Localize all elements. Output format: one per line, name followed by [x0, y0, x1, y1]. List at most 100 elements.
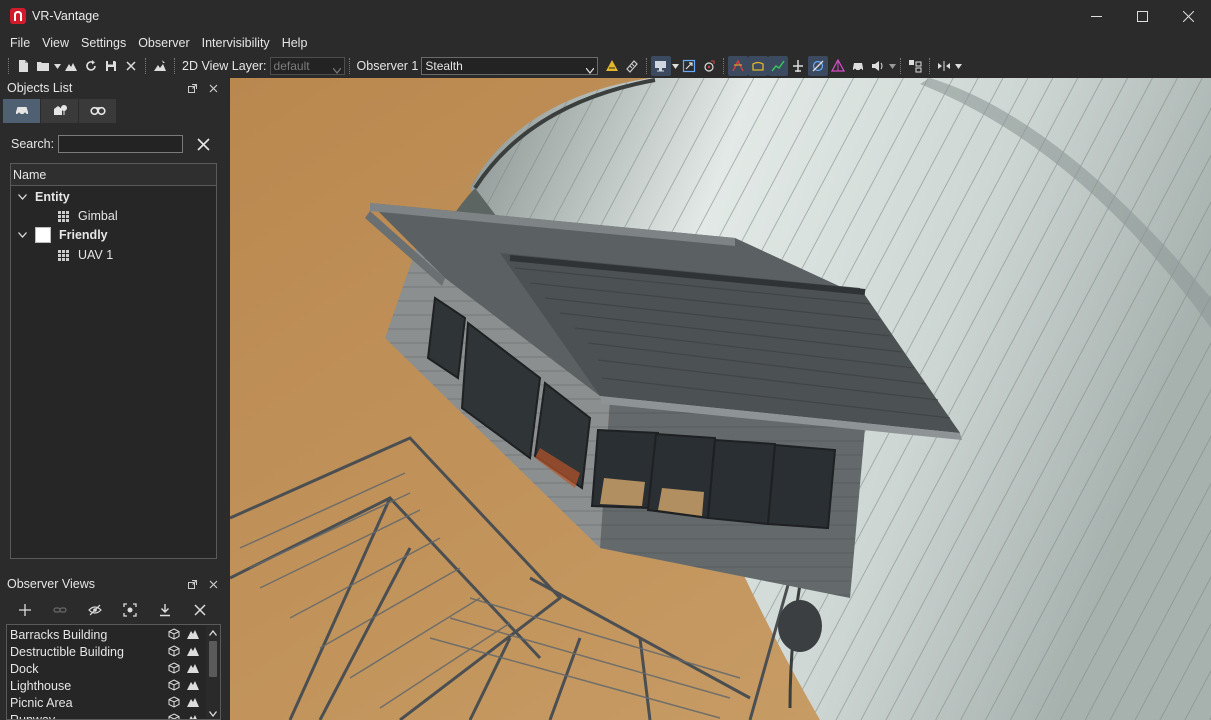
tab-observers[interactable] [79, 99, 116, 123]
list-item-label: Picnic Area [10, 695, 73, 710]
scrollbar[interactable] [206, 625, 220, 719]
toolbar-separator [348, 58, 350, 74]
capture-view-icon[interactable] [118, 598, 142, 622]
menu-observer[interactable]: Observer [132, 32, 195, 54]
entity-grid-icon [57, 210, 69, 222]
delete-view-icon[interactable] [188, 598, 212, 622]
menu-help[interactable]: Help [276, 32, 314, 54]
cube-icon[interactable] [167, 661, 181, 675]
los-icon[interactable] [728, 56, 749, 76]
target-icon[interactable] [699, 56, 719, 76]
list-item-label: Dock [10, 661, 39, 676]
cube-icon[interactable] [167, 644, 181, 658]
path-icon[interactable] [748, 56, 769, 76]
new-file-icon[interactable] [13, 56, 33, 76]
objects-tab-bar [3, 99, 117, 123]
tree-item-gimbal[interactable]: Gimbal [57, 206, 118, 226]
cone-icon[interactable] [828, 56, 848, 76]
terrain-icon[interactable] [186, 644, 200, 658]
terrain-edit-icon[interactable] [150, 56, 170, 76]
list-item[interactable]: Picnic Area [7, 694, 207, 711]
open-folder-icon[interactable] [33, 56, 53, 76]
clear-search-icon[interactable] [194, 136, 212, 152]
observer-views-toolbar [0, 598, 226, 622]
view-layer-value: default [273, 59, 310, 73]
observer-mode-icon[interactable] [651, 56, 672, 76]
menu-view[interactable]: View [36, 32, 75, 54]
graph-icon[interactable] [768, 56, 789, 76]
visibility-icon[interactable] [808, 56, 829, 76]
save-icon[interactable] [101, 56, 121, 76]
tree-item-uav[interactable]: UAV 1 [57, 245, 113, 265]
view-layer-select[interactable]: default [269, 57, 345, 75]
close-window-button[interactable] [1165, 0, 1211, 32]
tree-item-label: Friendly [59, 228, 108, 242]
audio-icon[interactable] [868, 56, 888, 76]
scrollbar-thumb[interactable] [209, 641, 217, 677]
window-title: VR-Vantage [32, 9, 100, 23]
aircraft-icon[interactable] [788, 56, 808, 76]
cube-icon[interactable] [167, 712, 181, 719]
warning-triangle-icon[interactable] [602, 56, 622, 76]
terrain-icon[interactable] [186, 712, 200, 719]
cube-icon[interactable] [167, 678, 181, 692]
add-view-icon[interactable] [13, 598, 37, 622]
3d-viewport[interactable] [230, 78, 1211, 720]
observer-views-header: Observer Views [0, 574, 228, 594]
column-name-label: Name [13, 167, 47, 182]
observer-mode-value: Stealth [425, 59, 463, 73]
close-icon[interactable] [121, 56, 141, 76]
terrain-icon[interactable] [186, 661, 200, 675]
tree-item-entity[interactable]: Entity [17, 187, 70, 207]
list-item[interactable]: Barracks Building [7, 626, 207, 643]
terrain-icon[interactable] [186, 695, 200, 709]
toolbar-separator [145, 58, 146, 74]
cube-icon[interactable] [167, 695, 181, 709]
fit-view-icon[interactable] [679, 56, 699, 76]
layout-icon[interactable] [905, 56, 925, 76]
cube-icon[interactable] [167, 627, 181, 641]
view-layer-label: 2D View Layer: [182, 59, 267, 73]
menu-file[interactable]: File [4, 32, 36, 54]
terrain-icon[interactable] [186, 678, 200, 692]
float-panel-icon[interactable] [185, 81, 199, 95]
observer-views-list: Barracks Building Destructible Building Do… [6, 624, 221, 720]
list-item-label: Lighthouse [10, 678, 72, 693]
list-item[interactable]: Destructible Building [7, 643, 207, 660]
search-input[interactable] [58, 135, 183, 153]
list-item[interactable]: Lighthouse [7, 677, 207, 694]
chevron-down-icon[interactable] [17, 230, 27, 240]
observer-views-panel: Observer Views [0, 574, 228, 594]
close-panel-icon[interactable] [206, 81, 220, 95]
list-item[interactable]: Dock [7, 660, 207, 677]
observer-mode-select[interactable]: Stealth [421, 57, 599, 75]
menu-settings[interactable]: Settings [75, 32, 132, 54]
observer-dropdown-chevron-icon[interactable] [671, 56, 679, 76]
split-dropdown-chevron-icon[interactable] [954, 56, 962, 76]
float-panel-icon[interactable] [185, 577, 199, 591]
download-icon[interactable] [153, 598, 177, 622]
link-view-icon[interactable] [48, 598, 72, 622]
vehicle-icon[interactable] [848, 56, 868, 76]
list-item[interactable]: Runway [7, 711, 207, 719]
menu-intervisibility[interactable]: Intervisibility [196, 32, 276, 54]
terrain-icon[interactable] [186, 627, 200, 641]
tree-item-friendly[interactable]: Friendly [17, 225, 108, 245]
tab-buildings[interactable] [41, 99, 78, 123]
scroll-up-icon[interactable] [208, 628, 218, 638]
audio-dropdown-chevron-icon[interactable] [888, 56, 896, 76]
open-dropdown-chevron-icon[interactable] [53, 56, 61, 76]
split-view-icon[interactable] [934, 56, 954, 76]
maximize-button[interactable] [1119, 0, 1165, 32]
app-logo-icon [10, 8, 26, 24]
refresh-icon[interactable] [81, 56, 101, 76]
chevron-down-icon[interactable] [17, 192, 27, 202]
ruler-icon[interactable] [622, 56, 642, 76]
tab-vehicles[interactable] [3, 99, 40, 123]
tree-column-header: Name [11, 164, 216, 186]
scroll-down-icon[interactable] [208, 709, 218, 719]
terrain-icon[interactable] [61, 56, 81, 76]
minimize-button[interactable] [1073, 0, 1119, 32]
hide-view-icon[interactable] [83, 598, 107, 622]
close-panel-icon[interactable] [206, 577, 220, 591]
